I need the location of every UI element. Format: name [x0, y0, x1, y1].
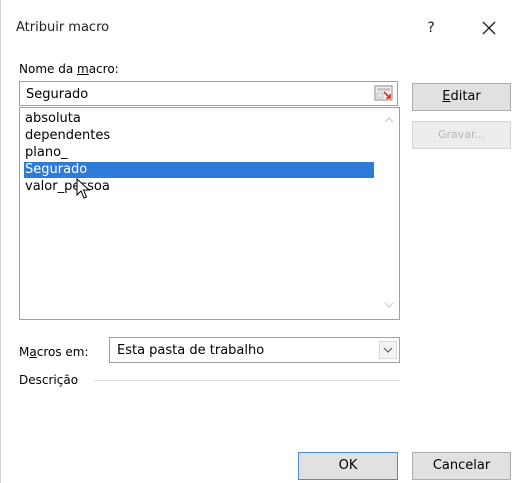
scroll-up-button[interactable]	[383, 114, 395, 126]
macro-name-label: Nome da macro:	[19, 62, 119, 76]
description-label: Descrição	[19, 373, 79, 387]
list-item[interactable]: valor_pessoa	[25, 179, 110, 195]
record-button[interactable]: Gravar...	[412, 121, 511, 149]
list-scrollbar[interactable]	[380, 109, 398, 318]
list-item[interactable]: plano_	[25, 145, 68, 161]
description-divider	[94, 380, 400, 381]
list-item[interactable]: dependentes	[25, 128, 110, 144]
chevron-down-icon	[384, 302, 394, 308]
scroll-down-button[interactable]	[383, 299, 395, 311]
cancel-button[interactable]: Cancelar	[412, 452, 511, 480]
edit-button[interactable]: Editar	[412, 83, 511, 111]
macros-in-select[interactable]: Esta pasta de trabalho	[109, 337, 400, 363]
ok-button[interactable]: OK	[298, 452, 398, 480]
list-item-selected[interactable]: Segurado	[24, 162, 374, 178]
collapse-dialog-button[interactable]	[374, 84, 394, 103]
macros-in-label: Macros em:	[19, 345, 89, 359]
collapse-dialog-icon	[374, 85, 393, 101]
dropdown-button[interactable]	[379, 341, 397, 359]
close-icon	[482, 21, 496, 35]
help-button[interactable]: ?	[423, 20, 439, 38]
macro-name-value: Segurado	[26, 87, 89, 102]
macro-name-input[interactable]: Segurado	[19, 81, 398, 106]
macro-list[interactable]: absoluta dependentes plano_ Segurado val…	[19, 107, 400, 320]
chevron-down-icon	[379, 341, 397, 359]
assign-macro-dialog: Atribuir macro ? Nome da macro: Segurado…	[0, 0, 512, 483]
chevron-up-icon	[384, 117, 394, 123]
list-item[interactable]: absoluta	[25, 111, 81, 127]
dialog-title: Atribuir macro	[16, 20, 110, 35]
macros-in-value: Esta pasta de trabalho	[117, 343, 265, 358]
title-bar: Atribuir macro ?	[1, 0, 512, 40]
close-button[interactable]	[479, 18, 499, 38]
